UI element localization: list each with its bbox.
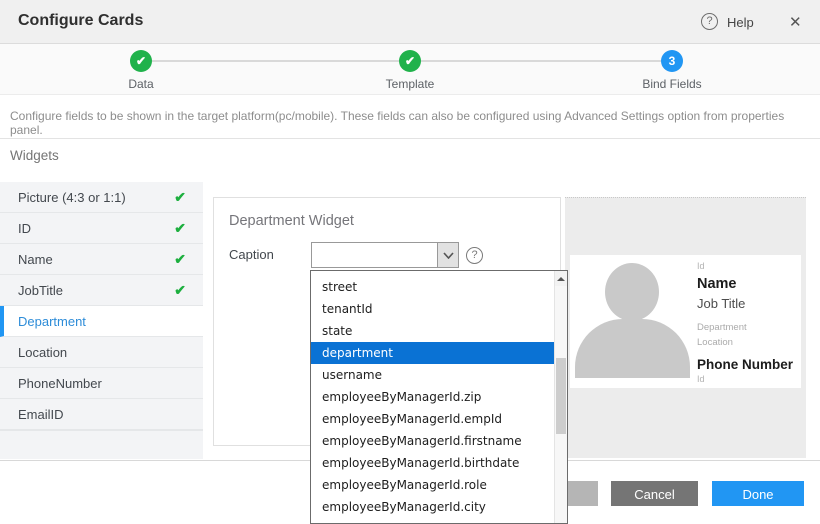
dropdown-item[interactable]: employeeByManagerId.birthdate <box>311 452 554 474</box>
sidebar-item-location[interactable]: Location ✔ <box>0 337 203 368</box>
card-text-block: Id Name Job Title Department Location Ph… <box>697 259 797 384</box>
dropdown-item[interactable]: employeeByManagerId.empId <box>311 408 554 430</box>
check-icon: ✔ <box>174 251 186 268</box>
cancel-button[interactable]: Cancel <box>611 481 698 506</box>
check-icon: ✔ <box>174 189 186 206</box>
dropdown-scrollbar[interactable] <box>554 271 567 523</box>
sidebar-item-label: Department <box>18 314 86 329</box>
check-icon: ✔ <box>174 220 186 237</box>
help-button[interactable]: Help <box>727 15 754 30</box>
dropdown-item[interactable]: employeeByManagerId.role <box>311 474 554 496</box>
dropdown-items: street tenantId state department usernam… <box>311 271 554 523</box>
sidebar-item-emailid[interactable]: EmailID ✔ <box>0 399 203 430</box>
check-icon: ✔ <box>174 282 186 299</box>
caption-label: Caption <box>229 247 274 262</box>
description-bar: Configure fields to be shown in the targ… <box>0 95 820 139</box>
card-department: Department <box>697 322 797 333</box>
avatar-head <box>605 263 659 321</box>
description-text: Configure fields to be shown in the targ… <box>10 109 820 137</box>
sidebar-item-phonenumber[interactable]: PhoneNumber ✔ <box>0 368 203 399</box>
sidebar-item-picture[interactable]: Picture (4:3 or 1:1) ✔ <box>0 182 203 213</box>
sidebar-item-label: JobTitle <box>18 283 63 298</box>
wizard-stepper: ✔ ✔ 3 Data Template Bind Fields <box>0 44 820 95</box>
caption-select[interactable] <box>311 242 459 268</box>
step-label-template: Template <box>386 77 435 91</box>
widgets-heading: Widgets <box>10 148 59 163</box>
card-phone-number: Phone Number <box>697 357 797 372</box>
sidebar-item-label: PhoneNumber <box>18 376 102 391</box>
step-label-data: Data <box>128 77 153 91</box>
sidebar-item-name[interactable]: Name ✔ <box>0 244 203 275</box>
close-icon[interactable]: ✕ <box>789 13 802 31</box>
card-id-top: Id <box>697 261 797 271</box>
scroll-up-icon[interactable] <box>555 271 567 286</box>
dropdown-item[interactable]: employeeByManagerId.city <box>311 496 554 518</box>
caption-dropdown-list: street tenantId state department usernam… <box>310 270 568 524</box>
sidebar-item-label: ID <box>18 221 31 236</box>
panel-title: Department Widget <box>229 213 354 229</box>
sidebar-item-jobtitle[interactable]: JobTitle ✔ <box>0 275 203 306</box>
dropdown-item[interactable]: employeeByManagerId.zip <box>311 386 554 408</box>
step-circle-data[interactable]: ✔ <box>130 50 152 72</box>
sidebar-item-label: Name <box>18 252 53 267</box>
sidebar-item-department[interactable]: Department ✔ <box>0 306 203 337</box>
dropdown-item[interactable]: tenantId <box>311 298 554 320</box>
avatar <box>575 261 690 378</box>
card-location: Location <box>697 337 797 348</box>
help-icon[interactable]: ? <box>701 13 718 30</box>
dropdown-item[interactable]: employeeByManagerId.firstname <box>311 430 554 452</box>
scrollbar-thumb[interactable] <box>556 358 566 434</box>
dialog-header: Configure Cards ? Help ✕ <box>0 0 820 44</box>
card-name: Name <box>697 276 797 292</box>
dropdown-item[interactable]: state <box>311 320 554 342</box>
page-title: Configure Cards <box>18 12 143 30</box>
step-connector <box>421 60 661 62</box>
configure-cards-dialog: Configure Cards ? Help ✕ ✔ ✔ 3 Data Temp… <box>0 0 820 524</box>
card-id-bottom: Id <box>697 374 797 384</box>
caption-help-icon[interactable]: ? <box>466 247 483 264</box>
step-circle-template[interactable]: ✔ <box>399 50 421 72</box>
dropdown-item[interactable]: username <box>311 364 554 386</box>
dropdown-item[interactable]: employeeByManagerId.jobTitle <box>311 518 554 523</box>
card-job-title: Job Title <box>697 296 797 311</box>
sidebar-item-label: Location <box>18 345 67 360</box>
avatar-shoulders <box>575 319 690 378</box>
step-circle-bind-fields[interactable]: 3 <box>661 50 683 72</box>
sidebar-filler <box>0 430 203 459</box>
preview-card: Id Name Job Title Department Location Ph… <box>570 255 801 388</box>
step-label-bind-fields: Bind Fields <box>642 77 701 91</box>
sidebar-item-id[interactable]: ID ✔ <box>0 213 203 244</box>
sidebar-item-label: EmailID <box>18 407 64 422</box>
chevron-down-icon[interactable] <box>437 243 458 267</box>
done-button[interactable]: Done <box>712 481 804 506</box>
dropdown-item[interactable]: street <box>311 276 554 298</box>
step-connector <box>152 60 399 62</box>
dropdown-item[interactable]: department <box>311 342 554 364</box>
card-preview-panel: Id Name Job Title Department Location Ph… <box>565 197 806 458</box>
sidebar-item-label: Picture (4:3 or 1:1) <box>18 190 126 205</box>
